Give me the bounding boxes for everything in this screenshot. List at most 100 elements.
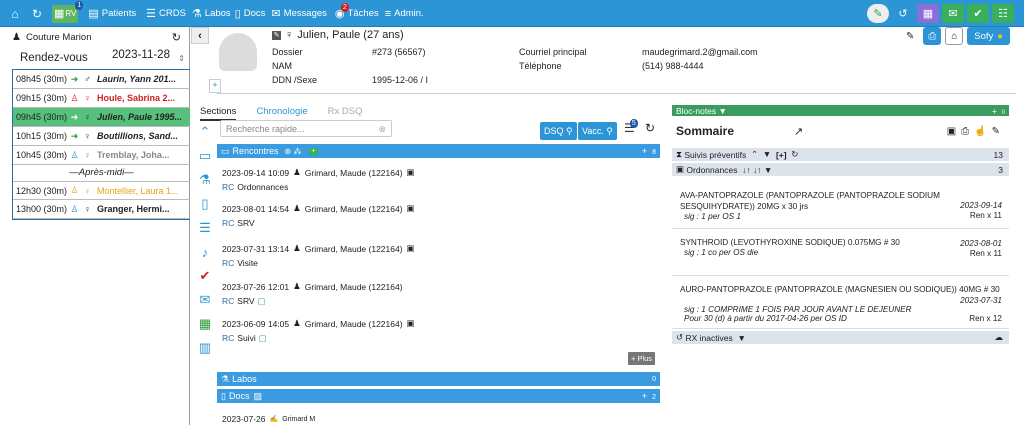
calendar-button[interactable]: ▦	[917, 4, 939, 23]
nav-crds[interactable]: ☰ CRDS	[146, 7, 186, 20]
refresh-icon[interactable]: ↻	[30, 7, 44, 21]
nav-docs[interactable]: ▯ Docs	[235, 7, 266, 20]
list-item[interactable]: AVA-PANTOPRAZOLE (PANTOPRAZOLE (PANTOPRA…	[672, 182, 1009, 229]
tab-chronologie[interactable]: Chronologie	[256, 106, 307, 121]
plus-icon: +	[991, 105, 997, 116]
list-item[interactable]: 2023-07-26 12:01 ♟ Grimard, Maude (122164)…	[222, 281, 403, 307]
person-icon: ♙	[70, 149, 79, 160]
docs-header[interactable]: ▯ Docs ▨ + 2	[217, 389, 660, 403]
vacc-button[interactable]: Vacc. ⚲	[578, 122, 617, 140]
refresh-icon[interactable]: ↻	[645, 121, 655, 135]
section-icons: ⌃ ▭ ⚗ ▯ ☰ ♪ ✔ ✉ ▦ ▥	[195, 120, 215, 360]
list-icon[interactable]: ☰	[195, 216, 215, 240]
stepper-icon[interactable]: ⇕	[178, 54, 185, 63]
rx-inactives-header[interactable]: ↺ RX inactives ▼ ☁	[672, 331, 1009, 344]
check-button[interactable]: ✔	[967, 4, 989, 23]
list-item[interactable]: 2023-09-14 10:09 ♟ Grimard, Maude (122164)…	[222, 167, 415, 192]
list-numbered-icon[interactable]: ☰ 5	[624, 119, 638, 135]
document-icon[interactable]: ▯	[195, 192, 215, 216]
refresh-icon[interactable]: ↻	[172, 31, 181, 44]
sofy-button[interactable]: Sofy ●	[967, 27, 1010, 45]
list-item[interactable]: 12h30 (30m) ♙ ♀ Montellier, Laura 1...	[13, 181, 190, 200]
suivis-preventifs-header[interactable]: ⧗ Suivis préventifs ⌃ ▼ [+] ↻ 13	[672, 148, 1009, 161]
note-icon: ▢	[258, 333, 267, 343]
search-input[interactable]: Recherche rapide... ⊗	[220, 120, 392, 137]
female-icon: ♀	[285, 29, 294, 41]
image-icon: ▨	[253, 390, 262, 401]
rdv-row: Rendez-vous 2023-11-28 ⇕	[20, 49, 185, 64]
calendar-icon: ▦	[54, 8, 65, 20]
chart-icon[interactable]: ↗	[794, 125, 803, 138]
date-picker[interactable]: 2023-11-28	[112, 49, 170, 61]
bell-icon[interactable]: ♪	[195, 240, 215, 264]
fix-icon[interactable]: ✎	[867, 4, 889, 23]
flask-icon: ⚗	[221, 373, 230, 384]
chevron-up-icon[interactable]: ⌃	[195, 120, 215, 144]
history-icon[interactable]: ↺	[892, 4, 914, 23]
pencil-icon[interactable]: ✎	[901, 27, 919, 45]
plus-icon[interactable]: +	[642, 391, 647, 401]
list-item[interactable]: 2023-06-09 14:05 ♟ Grimard, Maude (122164)…	[222, 318, 415, 344]
nav-taches[interactable]: ◉ Tâches 2	[335, 3, 379, 20]
list-item[interactable]: 08h45 (30m) ➜ ♂ Laurin, Yann 201...	[13, 70, 190, 89]
nav-labos[interactable]: ⚗ Labos	[192, 7, 231, 20]
list-item[interactable]: 2023-07-26 ✍ Grimard M	[222, 414, 315, 424]
labos-header[interactable]: ⚗ Labos 0	[217, 372, 660, 386]
sommaire-tools[interactable]: ▣⎙☝✎	[947, 126, 1005, 137]
right-pane: Bloc-notes ▼ + 0 Sommaire ↗ ▣⎙☝✎ ⧗ Suivis…	[672, 105, 1009, 344]
list-item[interactable]: SYNTHROID (LEVOTHYROXINE SODIQUE) 0.075M…	[672, 229, 1009, 276]
id-card-icon: ▤	[88, 8, 99, 20]
folder-icon[interactable]: ▭	[195, 144, 215, 168]
ordonnances-header[interactable]: ▣ Ordonnances ↓↑ ↓↑ ▼ 3	[672, 163, 1009, 176]
tab-rx-dsq[interactable]: Rx DSQ	[328, 106, 363, 121]
camera-icon: ▣	[406, 167, 415, 177]
list-item[interactable]: 2023-08-01 14:54 ♟ Grimard, Maude (122164)…	[222, 203, 415, 228]
building-icon[interactable]: ▥	[195, 336, 215, 360]
plus-icon[interactable]: +	[642, 146, 647, 156]
envelope-icon[interactable]: ✉	[195, 288, 215, 312]
list-icon: ☰	[146, 8, 156, 20]
person-icon: ♙	[70, 185, 79, 195]
list-item[interactable]: 13h00 (30m) ♙ ♀ Granger, Hermi...	[13, 200, 190, 219]
list-item[interactable]: 10h15 (30m) ➜ ♀ Boutillions, Sand...	[13, 127, 190, 146]
list-item[interactable]: 09h15 (30m) ♙ ♀ Houle, Sabrina 2...	[13, 89, 190, 108]
flask-icon[interactable]: ⚗	[195, 168, 215, 192]
more-button[interactable]: + Plus	[628, 352, 656, 365]
add-icon[interactable]: +	[309, 147, 318, 155]
camera-icon: ▣	[406, 318, 415, 328]
dsq-button[interactable]: DSQ ⚲	[540, 122, 577, 140]
print-button[interactable]: ⎙	[923, 27, 942, 45]
cloud-download-icon: ☁	[994, 332, 1004, 342]
female-icon: ♀	[84, 112, 91, 122]
user-header: ♟ Couture Marion ↻	[12, 31, 181, 44]
tab-sections[interactable]: Sections	[200, 106, 237, 121]
nav-messages[interactable]: ✉ Messages	[271, 7, 327, 20]
user-icon: ♟	[12, 31, 21, 43]
camera-icon: ▣	[406, 243, 415, 253]
lock-icon[interactable]: ⌂	[945, 27, 964, 45]
calendar-check-icon[interactable]: ▦	[195, 312, 215, 336]
list-item[interactable]: AURO-PANTOPRAZOLE (PANTOPRAZOLE (MAGNESI…	[672, 276, 1009, 329]
home-icon[interactable]: ⌂	[8, 7, 22, 21]
mail-button[interactable]: ✉	[942, 4, 964, 23]
settings-button[interactable]: ☷	[992, 4, 1014, 23]
camera-icon: ▣	[676, 164, 685, 174]
rencontres-header[interactable]: ▭ Rencontres ⊛ ⁂ + + 8	[217, 144, 660, 158]
flask-icon: ⚗	[191, 8, 202, 20]
bloc-notes-header[interactable]: Bloc-notes ▼ + 0	[672, 105, 1009, 116]
rv-button[interactable]: ▦ RV 1	[52, 0, 84, 23]
check-circle-icon[interactable]: ✔	[195, 264, 215, 288]
nav-patients[interactable]: ▤ Patients	[88, 7, 136, 20]
female-icon: ♀	[84, 150, 91, 160]
list-item-selected[interactable]: 09h45 (30m) ➜ ♀ Julien, Paule 1995...	[13, 108, 190, 127]
male-icon: ♂	[84, 74, 91, 84]
list-item[interactable]: 2023-07-31 13:14 ♟ Grimard, Maude (122164)…	[222, 243, 415, 268]
patient-header: + ✎ ♀ Julien, Paule (27 ans) Dossier #27…	[209, 27, 1024, 97]
add-button[interactable]: +	[209, 79, 221, 93]
nav-admin[interactable]: ≡ Admin.	[385, 8, 424, 20]
person-icon: ♙	[70, 92, 79, 103]
collapse-left-button[interactable]: ‹	[191, 27, 209, 44]
list-item[interactable]: 10h45 (30m) ♙ ♀ Tremblay, Joha...	[13, 146, 190, 165]
edit-icon[interactable]: ✎	[272, 30, 281, 40]
person-icon: ♙	[70, 203, 79, 214]
